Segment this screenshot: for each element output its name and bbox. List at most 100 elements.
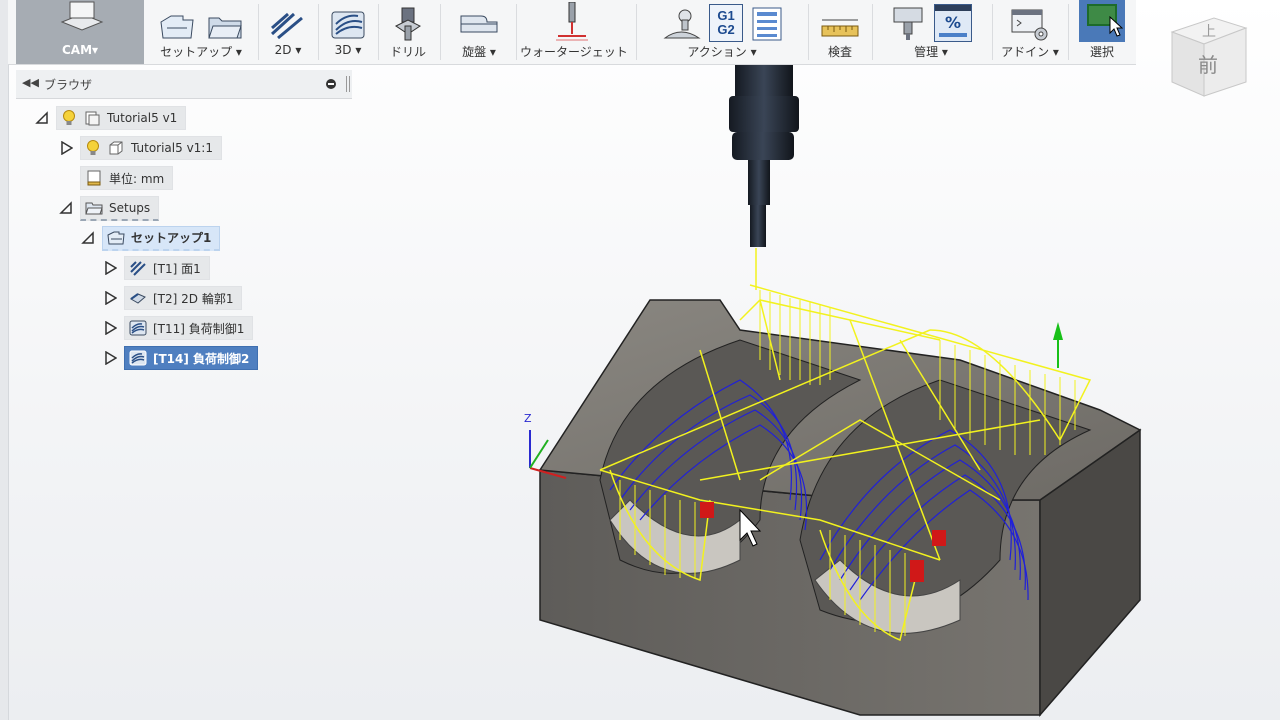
setup-node-icon bbox=[107, 231, 125, 244]
g2-text: G2 bbox=[717, 22, 735, 37]
tree-node-box[interactable]: 単位: mm bbox=[80, 166, 174, 190]
collapse-triangle-icon[interactable] bbox=[80, 230, 96, 246]
toolbar-separator bbox=[258, 4, 259, 60]
tree-node-label: [T14] 負荷制御2 bbox=[153, 351, 250, 366]
adaptive-operation-icon bbox=[129, 320, 147, 336]
2d-label: 2D ▾ bbox=[274, 43, 302, 57]
visibility-bulb-icon[interactable] bbox=[61, 109, 77, 127]
cam-workspace-icon bbox=[60, 1, 104, 31]
tool-library-icon bbox=[893, 7, 923, 40]
tree-node-setup1[interactable]: セットアップ1 bbox=[80, 225, 221, 251]
expand-triangle-icon[interactable] bbox=[102, 320, 118, 336]
tree-node-label: Tutorial5 v1 bbox=[107, 111, 178, 125]
view-cube-front-label: 前 bbox=[1198, 53, 1218, 77]
drill-label: ドリル bbox=[389, 45, 426, 59]
2d-group[interactable]: 2D ▾ bbox=[262, 0, 314, 64]
template-library-icon: % bbox=[934, 4, 972, 42]
waterjet-group[interactable]: ウォータージェット bbox=[520, 0, 628, 64]
drill-group[interactable]: ドリル bbox=[382, 0, 434, 64]
setup-group[interactable]: セットアップ ▾ bbox=[146, 0, 256, 64]
tree-node-box[interactable]: [T11] 負荷制御1 bbox=[124, 316, 254, 340]
inspect-label: 検査 bbox=[827, 45, 852, 59]
tree-node-label: [T1] 面1 bbox=[153, 261, 201, 276]
expand-triangle-icon[interactable] bbox=[102, 260, 118, 276]
manage-group[interactable]: % 管理 ▾ bbox=[876, 0, 986, 64]
body-icon bbox=[109, 141, 123, 155]
tree-node-box[interactable]: [T2] 2D 輪郭1 bbox=[124, 286, 243, 310]
tree-node-op-t11[interactable]: [T11] 負荷制御1 bbox=[102, 316, 254, 340]
3d-group[interactable]: 3D ▾ bbox=[322, 0, 374, 64]
tree-node-box-selected[interactable]: [T14] 負荷制御2 bbox=[124, 346, 259, 370]
inspect-group[interactable]: 検査 bbox=[812, 0, 868, 64]
tree-node-box[interactable]: Tutorial5 v1:1 bbox=[80, 136, 222, 160]
toolbar-separator bbox=[516, 4, 517, 60]
select-cursor-icon bbox=[1109, 16, 1123, 37]
expand-triangle-icon[interactable] bbox=[58, 140, 74, 156]
view-cube[interactable]: 上 前 bbox=[1162, 10, 1252, 100]
expand-triangle-icon[interactable] bbox=[102, 290, 118, 306]
tree-node-label: [T2] 2D 輪郭1 bbox=[153, 291, 234, 306]
stock-block bbox=[538, 299, 1142, 718]
tree-node-label: Setups bbox=[109, 200, 151, 215]
expand-triangle-icon[interactable] bbox=[102, 350, 118, 366]
workspace-switcher[interactable]: CAM▾ bbox=[16, 0, 144, 64]
tree-node-label: 単位: mm bbox=[109, 171, 165, 186]
tree-node-label: セットアップ1 bbox=[131, 231, 212, 245]
tree-node-box[interactable]: [T1] 面1 bbox=[124, 256, 210, 280]
browser-pin-icon[interactable] bbox=[326, 79, 336, 89]
turning-icon bbox=[460, 15, 498, 33]
setup-label: セットアップ ▾ bbox=[160, 45, 242, 59]
turning-group[interactable]: 旋盤 ▾ bbox=[446, 0, 512, 64]
waterjet-icon bbox=[556, 2, 588, 41]
tree-node-label: Tutorial5 v1:1 bbox=[131, 141, 213, 155]
tree-node-box[interactable]: Tutorial5 v1 bbox=[56, 106, 187, 130]
component-icon bbox=[85, 111, 100, 126]
browser-resize-grip[interactable] bbox=[346, 76, 350, 92]
visibility-bulb-icon[interactable] bbox=[85, 139, 101, 157]
select-button[interactable] bbox=[1079, 0, 1125, 42]
spindle-tool bbox=[729, 64, 799, 247]
tree-node-op-t1[interactable]: [T1] 面1 bbox=[102, 256, 210, 280]
workspace-label: CAM▾ bbox=[61, 43, 99, 57]
simulate-icon bbox=[663, 9, 701, 39]
toolbar-separator bbox=[808, 4, 809, 60]
actions-label: アクション ▾ bbox=[687, 45, 757, 59]
browser-title: ブラウザ bbox=[44, 78, 93, 92]
g1-text: G1 bbox=[717, 8, 735, 23]
3d-machining-icon bbox=[331, 11, 365, 39]
collapse-browser-icon[interactable]: ◀◀ bbox=[22, 76, 39, 89]
select-group[interactable]: 選択 bbox=[1074, 0, 1130, 64]
2d-machining-icon bbox=[270, 12, 303, 40]
measure-icon bbox=[821, 19, 859, 37]
addins-label: アドイン ▾ bbox=[1001, 45, 1059, 59]
direction-arrow-icon bbox=[1053, 322, 1063, 368]
collapse-triangle-icon[interactable] bbox=[34, 110, 50, 126]
view-cube-top-label: 上 bbox=[1202, 24, 1216, 40]
toolbar-separator bbox=[440, 4, 441, 60]
toolbar-separator bbox=[992, 4, 993, 60]
adaptive-operation-icon bbox=[129, 350, 147, 366]
actions-group[interactable]: G1 G2 アクション ▾ bbox=[640, 0, 804, 64]
toolbar-separator bbox=[1068, 4, 1069, 60]
browser-panel: ◀◀ ブラウザ Tutorial5 v1 Tutorial5 v1:1 単位: … bbox=[16, 70, 352, 380]
setup-icon bbox=[160, 15, 194, 39]
tree-node-box[interactable]: セットアップ1 bbox=[102, 225, 221, 251]
tree-node-op-t14[interactable]: [T14] 負荷制御2 bbox=[102, 346, 259, 370]
setups-folder-icon bbox=[85, 202, 103, 214]
tree-node-op-t2[interactable]: [T2] 2D 輪郭1 bbox=[102, 286, 243, 310]
collapse-triangle-icon[interactable] bbox=[58, 200, 74, 216]
contour-operation-icon bbox=[130, 293, 146, 304]
browser-header: ◀◀ ブラウザ bbox=[16, 70, 352, 99]
tree-node-document[interactable]: Tutorial5 v1 bbox=[34, 106, 187, 130]
tree-node-label: [T11] 負荷制御1 bbox=[153, 321, 245, 336]
toolbar-separator bbox=[636, 4, 637, 60]
tree-node-units[interactable]: 単位: mm bbox=[80, 166, 174, 190]
percent-text: % bbox=[944, 13, 962, 32]
tree-node-box[interactable]: Setups bbox=[80, 195, 160, 221]
tree-node-setups[interactable]: Setups bbox=[58, 195, 160, 221]
3d-label: 3D ▾ bbox=[334, 43, 362, 57]
toolbar-separator bbox=[378, 4, 379, 60]
axis-z-label: Z bbox=[524, 412, 532, 425]
tree-node-model[interactable]: Tutorial5 v1:1 bbox=[58, 136, 222, 160]
addins-group[interactable]: アドイン ▾ bbox=[996, 0, 1064, 64]
